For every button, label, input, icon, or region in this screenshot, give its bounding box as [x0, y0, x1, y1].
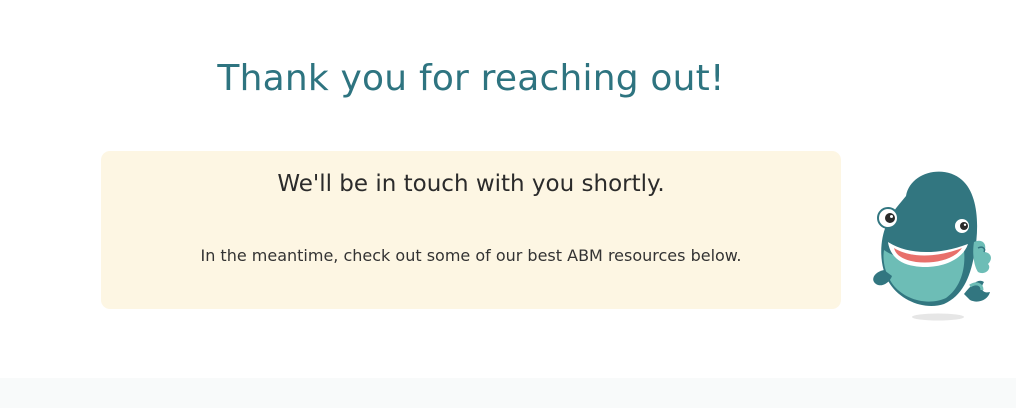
notice-body: In the meantime, check out some of our b…	[200, 246, 742, 265]
whale-mascot-icon	[866, 166, 1000, 326]
page-title: Thank you for reaching out!	[217, 58, 725, 99]
notice-heading: We'll be in touch with you shortly.	[277, 171, 665, 197]
page: Thank you for reaching out! We'll be in …	[0, 0, 1016, 408]
confirmation-notice: We'll be in touch with you shortly. In t…	[101, 151, 841, 309]
footer-band	[0, 378, 1016, 408]
